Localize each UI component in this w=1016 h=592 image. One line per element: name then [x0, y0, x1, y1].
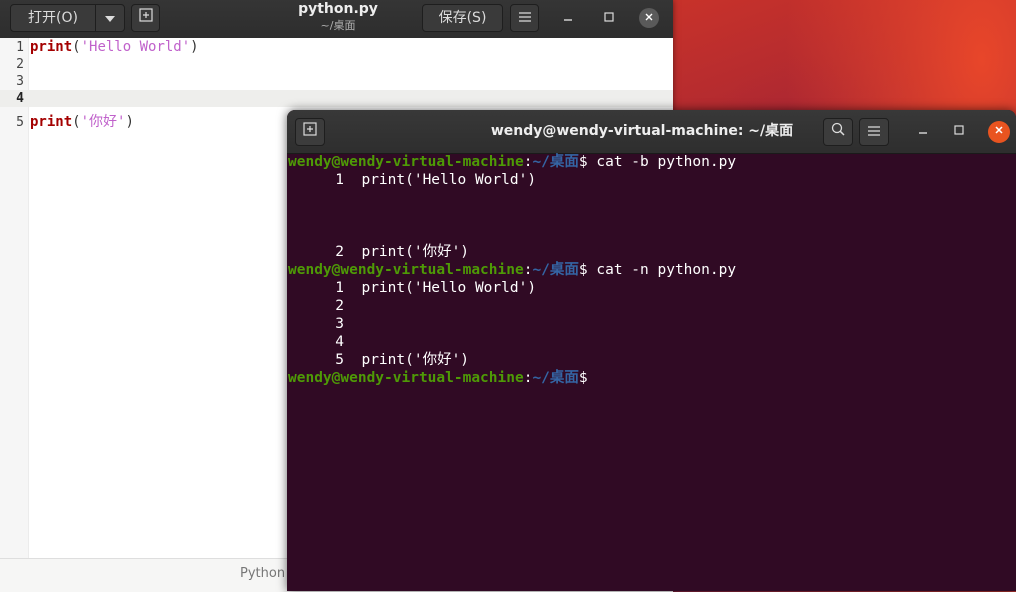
terminal-output[interactable]: wendy@wendy-virtual-machine:~/桌面$ cat -b…: [288, 153, 1015, 387]
terminal-output-line: 1 print('Hello World'): [288, 279, 1015, 297]
new-document-button[interactable]: [131, 4, 160, 32]
close-icon: [644, 8, 654, 28]
code-paren: (: [72, 39, 81, 55]
line-number: 2: [16, 57, 24, 72]
prompt-path: ~/桌面: [532, 262, 579, 278]
terminal-prompt-line: wendy@wendy-virtual-machine:~/桌面$: [288, 369, 1015, 387]
code-string: 'Hello World': [80, 39, 191, 55]
terminal-maximize-button[interactable]: [949, 121, 969, 141]
minimize-icon: [918, 121, 928, 141]
output-line-number: 4: [335, 334, 344, 350]
line-number: 1: [16, 40, 24, 55]
maximize-icon: [954, 121, 964, 141]
gedit-close-button[interactable]: [639, 8, 659, 28]
new-tab-icon: [303, 119, 317, 145]
document-path: ~/桌面: [320, 19, 356, 32]
gedit-menu-button[interactable]: [510, 4, 539, 32]
terminal-command: cat -n python.py: [587, 262, 737, 278]
close-icon: [994, 121, 1004, 143]
prompt-dollar: $: [578, 262, 588, 278]
terminal-search-button[interactable]: [823, 118, 853, 146]
prompt-user: wendy@wendy-virtual-machine: [288, 154, 524, 170]
code-line: 2: [0, 56, 673, 73]
output-line-number: 3: [335, 316, 344, 332]
terminal-window: wendy@wendy-virtual-machine: ~/桌面 wendy@…: [287, 110, 1016, 591]
line-number: 4: [16, 91, 24, 106]
prompt-user: wendy@wendy-virtual-machine: [288, 262, 524, 278]
prompt-path: ~/桌面: [532, 370, 579, 386]
new-tab-icon: [138, 5, 153, 31]
code-keyword: print: [30, 39, 73, 55]
minimize-icon: [563, 8, 573, 28]
line-number: 5: [16, 115, 24, 130]
terminal-prompt-line: wendy@wendy-virtual-machine:~/桌面$ cat -n…: [288, 261, 1015, 279]
code-string: '你好': [80, 114, 126, 130]
line-number: 3: [16, 74, 24, 89]
output-text: print('你好'): [344, 244, 470, 260]
terminal-output-line: 5 print('你好'): [288, 351, 1015, 369]
terminal-output-line: 3: [288, 315, 1015, 333]
code-paren: ): [125, 114, 134, 130]
output-line-number: 1: [335, 172, 344, 188]
terminal-close-button[interactable]: [988, 121, 1010, 143]
document-title: python.py: [298, 1, 378, 17]
terminal-title: wendy@wendy-virtual-machine: ~/桌面: [490, 123, 794, 139]
terminal-output-line: 2 print('你好'): [288, 243, 1015, 261]
output-text: print('Hello World'): [344, 280, 537, 296]
code-paren: (: [72, 114, 81, 130]
code-line-current: 4: [0, 90, 673, 107]
terminal-minimize-button[interactable]: [913, 121, 933, 141]
terminal-output-line: 4: [288, 333, 1015, 351]
prompt-user: wendy@wendy-virtual-machine: [288, 370, 524, 386]
terminal-headerbar: wendy@wendy-virtual-machine: ~/桌面: [287, 110, 1016, 154]
hamburger-icon: [868, 119, 880, 145]
prompt-path: ~/桌面: [532, 154, 579, 170]
code-line: 1 print('Hello World'): [0, 39, 673, 56]
code-keyword: print: [30, 114, 73, 130]
code-paren: ): [190, 39, 199, 55]
open-recent-dropdown[interactable]: [95, 4, 125, 32]
prompt-dollar: $: [578, 370, 588, 386]
gedit-maximize-button[interactable]: [599, 8, 619, 28]
output-text: print('Hello World'): [344, 172, 537, 188]
output-line-number: 2: [335, 244, 344, 260]
output-line-number: 2: [335, 298, 344, 314]
terminal-command: cat -b python.py: [587, 154, 737, 170]
hamburger-icon: [518, 5, 531, 31]
maximize-icon: [604, 8, 614, 28]
search-icon: [831, 119, 845, 145]
terminal-output-line: 1 print('Hello World'): [288, 171, 1015, 189]
output-line-number: 5: [335, 352, 344, 368]
gedit-minimize-button[interactable]: [558, 8, 578, 28]
terminal-output-line: 2: [288, 297, 1015, 315]
output-text: print('你好'): [344, 352, 470, 368]
terminal-prompt-line: wendy@wendy-virtual-machine:~/桌面$ cat -b…: [288, 153, 1015, 171]
gedit-headerbar: 打开(O) python.py ~/桌面 保存(S): [0, 0, 673, 39]
output-line-number: 1: [335, 280, 344, 296]
terminal-menu-button[interactable]: [859, 118, 889, 146]
gedit-title-block: python.py ~/桌面: [250, 1, 426, 34]
code-line: 3: [0, 73, 673, 90]
terminal-new-tab-button[interactable]: [295, 118, 325, 146]
open-button[interactable]: 打开(O): [10, 4, 96, 32]
chevron-down-icon: [105, 5, 115, 31]
language-selector[interactable]: Python: [240, 559, 285, 589]
save-button[interactable]: 保存(S): [422, 4, 503, 32]
prompt-dollar: $: [578, 154, 588, 170]
